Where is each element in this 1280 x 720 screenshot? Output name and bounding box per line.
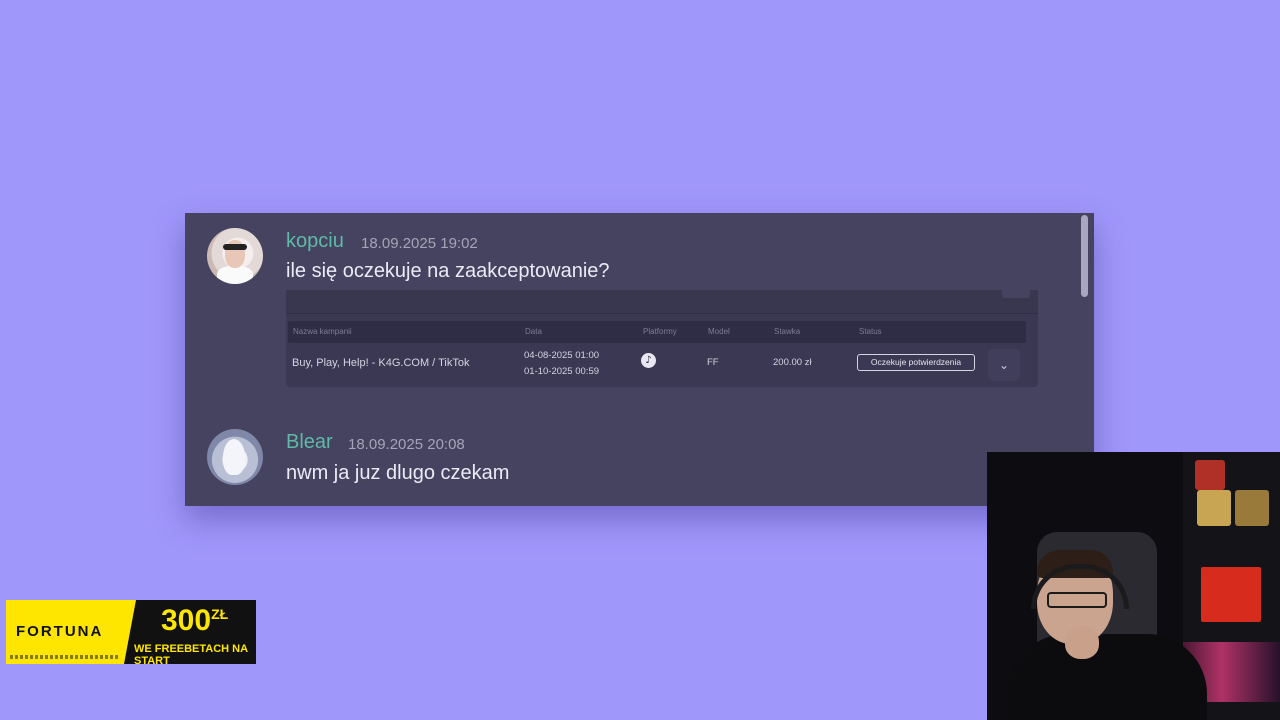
ad-fine-print <box>10 655 120 659</box>
ad-tagline: WE FREEBETACH NA START <box>134 643 248 664</box>
person-hand <box>1065 627 1099 659</box>
campaign-model: FF <box>707 357 719 368</box>
chevron-down-icon[interactable]: ⌄ <box>988 349 1020 381</box>
message-text: ile się oczekuje na zaakceptowanie? <box>286 260 610 282</box>
ad-brand: FORTUNA <box>16 623 104 640</box>
webcam-overlay <box>987 452 1280 720</box>
person-body <box>1007 634 1207 720</box>
campaign-name: Buy, Play, Help! - K4G.COM / TikTok <box>292 357 470 369</box>
campaign-date-start: 04-08-2025 01:00 <box>524 350 600 361</box>
message-timestamp: 18.09.2025 19:02 <box>361 235 478 252</box>
column-header-model: Model <box>708 327 730 336</box>
message-text: nwm ja juz dlugo czekam <box>286 462 510 484</box>
column-header-rate: Stawka <box>774 327 801 336</box>
campaign-embed: Nazwa kampanii Data Platformy Model Staw… <box>286 290 1038 387</box>
scrollbar[interactable] <box>1081 215 1088 297</box>
ad-banner[interactable]: FORTUNA 300ZŁ WE FREEBETACH NA START <box>6 600 256 664</box>
ad-amount: 300ZŁ <box>161 604 229 637</box>
column-header-platforms: Platformy <box>643 327 677 336</box>
avatar[interactable] <box>207 228 263 284</box>
column-header-status: Status <box>859 327 882 336</box>
embed-tab[interactable] <box>1002 290 1030 298</box>
message-timestamp: 18.09.2025 20:08 <box>348 436 465 453</box>
status-badge: Oczekuje potwierdzenia <box>857 354 975 371</box>
table-header: Nazwa kampanii Data Platformy Model Staw… <box>288 321 1026 343</box>
campaign-date-end: 01-10-2025 00:59 <box>524 366 600 377</box>
embed-header-bar <box>286 290 1038 314</box>
glasses-icon <box>1047 592 1107 608</box>
campaign-rate: 200.00 zł <box>773 357 812 368</box>
chat-panel: kopciu 18.09.2025 19:02 ile się oczekuje… <box>185 213 1094 506</box>
username[interactable]: Blear <box>286 431 333 454</box>
avatar[interactable] <box>207 429 263 485</box>
column-header-campaign: Nazwa kampanii <box>293 327 352 336</box>
column-header-date: Data <box>525 327 542 336</box>
tiktok-icon: ♪ <box>641 353 656 368</box>
username[interactable]: kopciu <box>286 230 344 253</box>
